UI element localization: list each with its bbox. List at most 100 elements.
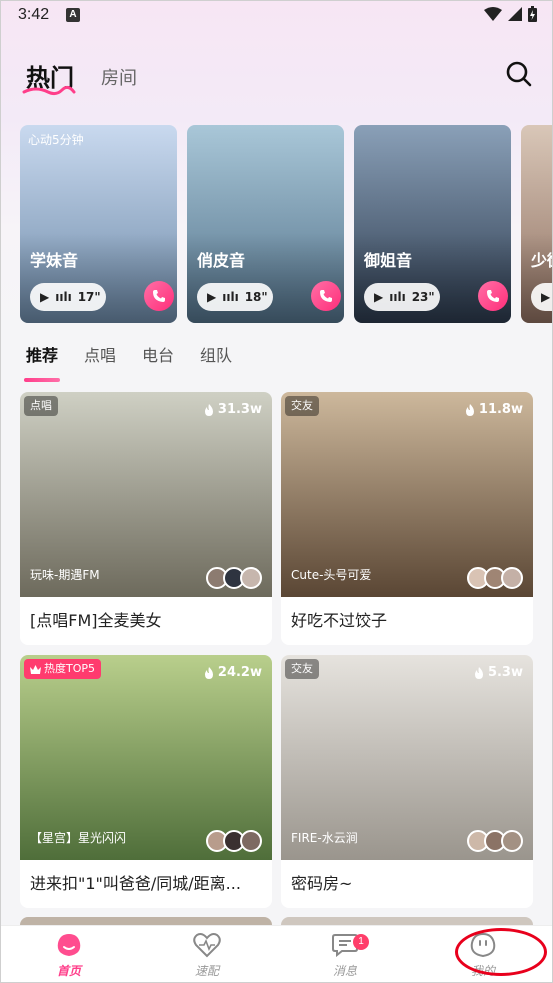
play-voice-button[interactable]: ▶ ıılı 23" <box>364 283 440 311</box>
featured-name: 俏皮音 <box>197 251 246 270</box>
featured-name: 少御 <box>531 251 553 270</box>
tab-active-squiggle-icon <box>22 85 76 96</box>
room-host: 【星宫】星光闪闪 <box>30 831 127 845</box>
tab-recommend[interactable]: 推荐 <box>23 342 61 382</box>
flame-icon <box>465 403 474 416</box>
tab-radio[interactable]: 电台 <box>142 342 174 376</box>
waveform-icon: ıılı <box>389 290 406 304</box>
play-voice-button[interactable]: ▶ ıılı 17" <box>30 283 106 311</box>
room-tag: 点唱 <box>24 396 58 416</box>
room-card[interactable]: 交友 11.8w Cute-头号可爱 好吃不过饺子 <box>281 392 533 645</box>
call-button[interactable] <box>478 281 508 311</box>
waveform-icon: ıılı <box>222 290 239 304</box>
play-voice-button[interactable]: ▶ <box>531 283 553 311</box>
nav-label: 消息 <box>332 964 357 978</box>
system-icons <box>484 6 537 22</box>
heat-value: 31.3w <box>217 402 262 417</box>
profile-icon <box>470 932 496 958</box>
featured-card[interactable]: 俏皮音 ▶ ıılı 18" <box>187 125 344 323</box>
member-avatars <box>206 830 262 852</box>
room-title: [点唱FM]全麦美女 <box>30 611 162 630</box>
nav-label: 速配 <box>194 964 219 978</box>
room-tag: 交友 <box>285 396 319 416</box>
room-host: 玩味-期遇FM <box>30 568 100 582</box>
play-icon: ▶ <box>541 290 551 304</box>
member-avatars <box>467 567 523 589</box>
bottom-nav: 首页 速配 1 消息 我的 <box>0 925 553 983</box>
crown-icon <box>30 664 41 674</box>
room-cover: 交友 5.3w FIRE-水云涧 <box>281 655 533 860</box>
room-title: 密码房~ <box>291 874 353 893</box>
room-card[interactable]: 点唱 31.3w 玩味-期遇FM [点唱FM]全麦美女 <box>20 392 272 645</box>
heartbeat-icon <box>193 933 221 958</box>
waveform-icon: ıılı <box>55 290 72 304</box>
member-avatars <box>206 567 262 589</box>
voice-duration: 23" <box>411 290 435 304</box>
play-icon: ▶ <box>207 290 217 304</box>
battery-icon <box>528 6 537 22</box>
room-card[interactable]: 交友 5.3w FIRE-水云涧 密码房~ <box>281 655 533 908</box>
room-heat: 24.2w <box>204 665 262 680</box>
nav-match[interactable]: 速配 <box>167 930 247 979</box>
play-voice-button[interactable]: ▶ ıılı 18" <box>197 283 273 311</box>
tab-team[interactable]: 组队 <box>200 342 232 376</box>
call-button[interactable] <box>311 281 341 311</box>
heat-value: 24.2w <box>217 665 262 680</box>
nav-messages[interactable]: 1 消息 <box>305 930 385 979</box>
play-icon: ▶ <box>40 290 50 304</box>
status-bar: 3:42 A <box>0 0 553 32</box>
flame-icon <box>204 403 213 416</box>
hot-rank-label: 热度TOP5 <box>44 662 96 675</box>
member-avatars <box>467 830 523 852</box>
call-button[interactable] <box>144 281 174 311</box>
wifi-icon <box>484 7 502 21</box>
voice-duration: 17" <box>77 290 101 304</box>
featured-name: 御姐音 <box>364 251 413 270</box>
room-card[interactable]: 热度TOP5 24.2w 【星宫】星光闪闪 进来扣"1"叫爸爸/同城/距离... <box>20 655 272 908</box>
featured-card[interactable]: 心动5分钟 学妹音 ▶ ıılı 17" <box>20 125 177 323</box>
avatar <box>501 567 523 589</box>
status-time: 3:42 <box>18 6 50 23</box>
featured-card[interactable]: 少御 ▶ <box>521 125 553 323</box>
room-title: 好吃不过饺子 <box>291 611 388 630</box>
featured-badge: 心动5分钟 <box>28 133 84 147</box>
notification-icon: A <box>66 8 80 22</box>
nav-label: 首页 <box>56 964 81 978</box>
tab-room[interactable]: 房间 <box>101 64 137 90</box>
phone-icon <box>153 290 165 302</box>
avatar <box>240 830 262 852</box>
room-cover: 交友 11.8w Cute-头号可爱 <box>281 392 533 597</box>
featured-card[interactable]: 御姐音 ▶ ıılı 23" <box>354 125 511 323</box>
featured-voice-carousel[interactable]: 心动5分钟 学妹音 ▶ ıılı 17" 俏皮音 ▶ ıılı 18" 御姐音 … <box>20 125 553 323</box>
unread-badge: 1 <box>353 934 369 950</box>
tab-song-request[interactable]: 点唱 <box>84 342 116 376</box>
room-host: FIRE-水云涧 <box>291 831 358 845</box>
phone-icon <box>487 290 499 302</box>
room-tag: 交友 <box>285 659 319 679</box>
room-title: 进来扣"1"叫爸爸/同城/距离... <box>30 874 241 893</box>
room-heat: 31.3w <box>204 402 262 417</box>
room-cover: 点唱 31.3w 玩味-期遇FM <box>20 392 272 597</box>
room-cover: 热度TOP5 24.2w 【星宫】星光闪闪 <box>20 655 272 860</box>
phone-icon <box>320 290 332 302</box>
voice-duration: 18" <box>244 290 268 304</box>
signal-icon <box>508 7 522 21</box>
search-icon[interactable] <box>505 60 533 88</box>
category-tabs: 推荐 点唱 电台 组队 <box>23 342 258 382</box>
room-host: Cute-头号可爱 <box>291 568 372 582</box>
nav-label: 我的 <box>470 964 495 978</box>
room-heat: 11.8w <box>465 402 523 417</box>
avatar <box>240 567 262 589</box>
heat-value: 5.3w <box>487 665 523 680</box>
flame-icon <box>474 666 483 679</box>
home-icon <box>57 934 81 956</box>
avatar <box>501 830 523 852</box>
nav-home[interactable]: 首页 <box>29 930 109 979</box>
flame-icon <box>204 666 213 679</box>
featured-name: 学妹音 <box>30 251 79 270</box>
room-heat: 5.3w <box>474 665 523 680</box>
top-header: 热门 房间 <box>0 52 553 98</box>
room-tag: 热度TOP5 <box>24 659 102 679</box>
nav-profile[interactable]: 我的 <box>443 930 523 979</box>
heat-value: 11.8w <box>478 402 523 417</box>
